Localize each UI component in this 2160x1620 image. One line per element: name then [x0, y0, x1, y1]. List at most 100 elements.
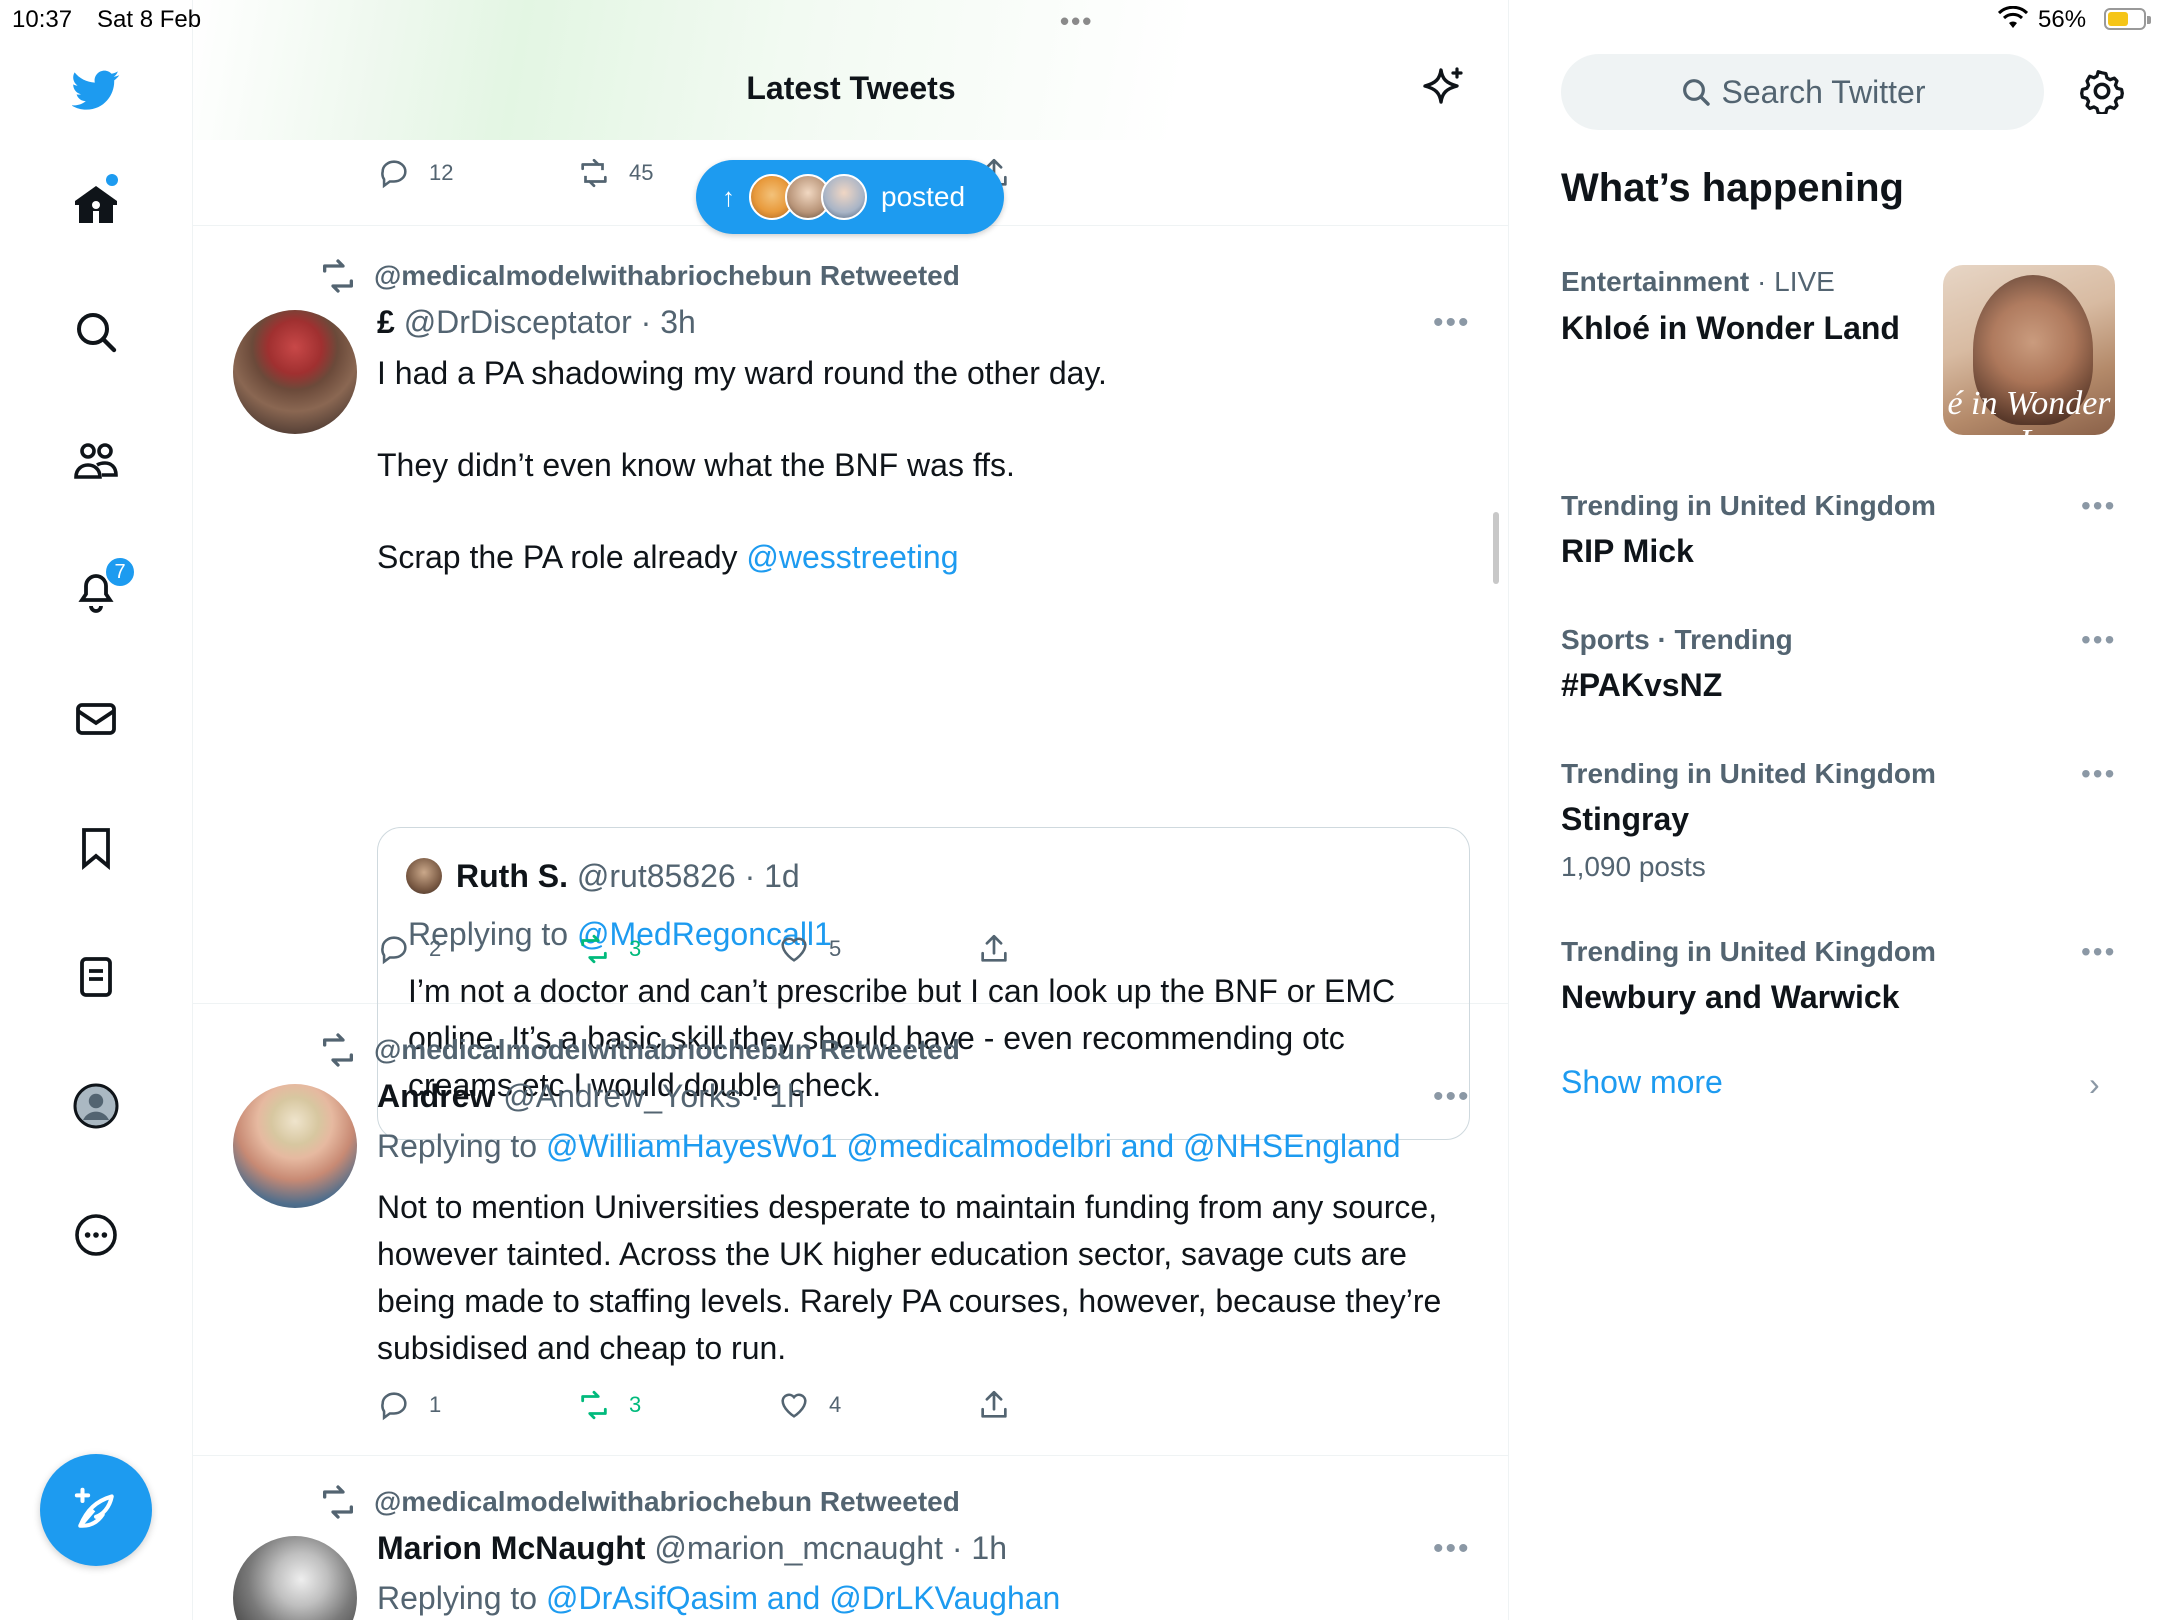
reply-icon: [381, 936, 407, 965]
replying-label: Replying to: [377, 1128, 546, 1164]
avatar: [821, 174, 867, 220]
sparkle-icon[interactable]: [1419, 64, 1467, 112]
trend-context: Entertainment · LIVE: [1561, 266, 1835, 298]
author-handle: @rut85826: [576, 858, 736, 894]
gear-icon[interactable]: [2079, 68, 2125, 114]
reply-count: 2: [429, 936, 442, 961]
page-title: Latest Tweets: [746, 70, 956, 106]
author-name[interactable]: Andrew: [377, 1078, 494, 1114]
reply-button[interactable]: 12: [377, 156, 453, 190]
mention-link[interactable]: @WilliamHayesWo1: [546, 1128, 838, 1164]
compose-tweet-button[interactable]: [40, 1454, 152, 1566]
replying-and: and: [758, 1580, 830, 1616]
trend-more-icon[interactable]: •••: [2081, 624, 2116, 656]
avatar[interactable]: [233, 1084, 357, 1208]
tweet-time: · 1h: [749, 1078, 805, 1114]
tweet-header: Andrew @Andrew_Yorks · 1h: [377, 1078, 805, 1115]
author-name[interactable]: Marion McNaught: [377, 1530, 645, 1566]
like-button[interactable]: 5: [777, 932, 841, 966]
trend-item[interactable]: Khloé in Wonder Land: [1561, 310, 1900, 347]
trend-post-count: 1,090 posts: [1561, 851, 1706, 882]
wifi-icon: [1998, 6, 2028, 28]
search-placeholder: Search Twitter: [1721, 73, 1926, 110]
retweet-count: 3: [629, 936, 642, 961]
tweet-more-icon[interactable]: •••: [1433, 1080, 1471, 1114]
tweet-text-line: They didn’t even know what the BNF was f…: [377, 447, 1015, 483]
retweet-button[interactable]: 45: [577, 156, 653, 190]
trend-more-icon[interactable]: •••: [2081, 490, 2116, 522]
tweet-body: I had a PA shadowing my ward round the o…: [377, 350, 1437, 580]
retweet-icon: [323, 1033, 353, 1067]
tweet-more-icon[interactable]: •••: [1433, 306, 1471, 340]
status-bar: 10:37 Sat 8 Feb ••• 56%: [0, 0, 2160, 40]
retweet-button[interactable]: 3: [577, 932, 641, 966]
reply-button[interactable]: 1: [377, 1388, 441, 1422]
bookmarks-icon[interactable]: [66, 818, 126, 878]
share-button[interactable]: [977, 1388, 1029, 1422]
retweet-icon: [581, 158, 607, 188]
tweet-card[interactable]: @medicalmodelwithabriochebun Retweeted £…: [193, 226, 1508, 1140]
author-handle[interactable]: @DrDisceptator: [404, 304, 632, 340]
reply-count: 1: [429, 1392, 442, 1417]
tweet-body: Not to mention Universities desperate to…: [377, 1189, 1442, 1366]
heart-icon: [781, 937, 807, 962]
lists-icon[interactable]: [66, 947, 126, 1007]
battery-percent: 56%: [2038, 6, 2087, 33]
compose-feather-icon: [74, 1487, 114, 1528]
mention-link[interactable]: @wesstreeting: [746, 539, 958, 575]
search-input[interactable]: Search Twitter: [1561, 54, 2044, 130]
arrow-up-icon: ↑: [722, 181, 735, 212]
profile-icon[interactable]: [66, 1076, 126, 1136]
trend-thumbnail[interactable]: é in Wonder L: [1943, 265, 2115, 435]
timeline-column: Latest Tweets 12 45 ↑ posted @medicalmod…: [193, 0, 1509, 1620]
author-handle[interactable]: @Andrew_Yorks: [503, 1078, 741, 1114]
mention-link[interactable]: @DrLKVaughan: [829, 1580, 1060, 1616]
more-icon[interactable]: [66, 1205, 126, 1265]
reply-count: 12: [429, 160, 454, 185]
trend-item[interactable]: #PAKvsNZ: [1561, 667, 1722, 704]
avatar[interactable]: [233, 310, 357, 434]
reply-icon: [381, 160, 407, 189]
tweet-text: Scrap the PA role already: [377, 539, 747, 575]
trend-more-icon[interactable]: •••: [2081, 758, 2116, 790]
share-button[interactable]: [977, 932, 1029, 966]
retweet-count: 3: [629, 1392, 642, 1417]
battery-icon: [2104, 8, 2151, 30]
search-icon[interactable]: [66, 302, 126, 362]
tweet-card[interactable]: @medicalmodelwithabriochebun Retweeted A…: [193, 1004, 1508, 1456]
like-count: 4: [829, 1392, 842, 1417]
heart-icon: [781, 1393, 807, 1418]
twitter-logo-icon[interactable]: [66, 60, 126, 120]
reply-button[interactable]: 2: [377, 932, 441, 966]
share-icon: [981, 1390, 1007, 1418]
mention-link[interactable]: @DrAsifQasim: [546, 1580, 758, 1616]
mention-link[interactable]: @NHSEngland: [1183, 1128, 1400, 1164]
new-posts-pill[interactable]: ↑ posted: [696, 160, 1004, 234]
home-icon[interactable]: [66, 175, 126, 235]
tweet-time: · 3h: [640, 304, 696, 340]
author-name: Ruth S.: [456, 858, 568, 894]
right-sidebar: Search Twitter What’s happening Entertai…: [1509, 0, 2160, 1620]
trend-item[interactable]: RIP Mick: [1561, 533, 1694, 570]
scrollbar[interactable]: [1493, 512, 1499, 584]
avatar[interactable]: [233, 1536, 357, 1620]
replying-label: Replying to: [377, 1580, 546, 1616]
retweeted-by-label: @medicalmodelwithabriochebun Retweeted: [374, 1034, 960, 1065]
communities-icon[interactable]: [66, 431, 126, 491]
retweet-icon: [323, 259, 353, 293]
mention-link[interactable]: @medicalmodelbri: [846, 1128, 1111, 1164]
multitasking-dots-icon[interactable]: •••: [1060, 6, 1093, 37]
trend-more-icon[interactable]: •••: [2081, 936, 2116, 968]
show-more-link[interactable]: Show more: [1561, 1064, 1723, 1101]
tweet-more-icon[interactable]: •••: [1433, 1532, 1471, 1566]
trend-item[interactable]: Stingray: [1561, 801, 1689, 838]
tweet-card[interactable]: @medicalmodelwithabriochebun Retweeted M…: [193, 1456, 1508, 1620]
retweet-button[interactable]: 3: [577, 1388, 641, 1422]
tweet-text-line: I had a PA shadowing my ward round the o…: [377, 355, 1107, 391]
trend-item[interactable]: Newbury and Warwick: [1561, 979, 1899, 1016]
replying-to: Replying to @DrAsifQasim and @DrLKVaugha…: [377, 1580, 1060, 1617]
author-name[interactable]: £: [377, 304, 395, 340]
like-button[interactable]: 4: [777, 1388, 841, 1422]
messages-icon[interactable]: [66, 689, 126, 749]
author-handle[interactable]: @marion_mcnaught: [654, 1530, 943, 1566]
